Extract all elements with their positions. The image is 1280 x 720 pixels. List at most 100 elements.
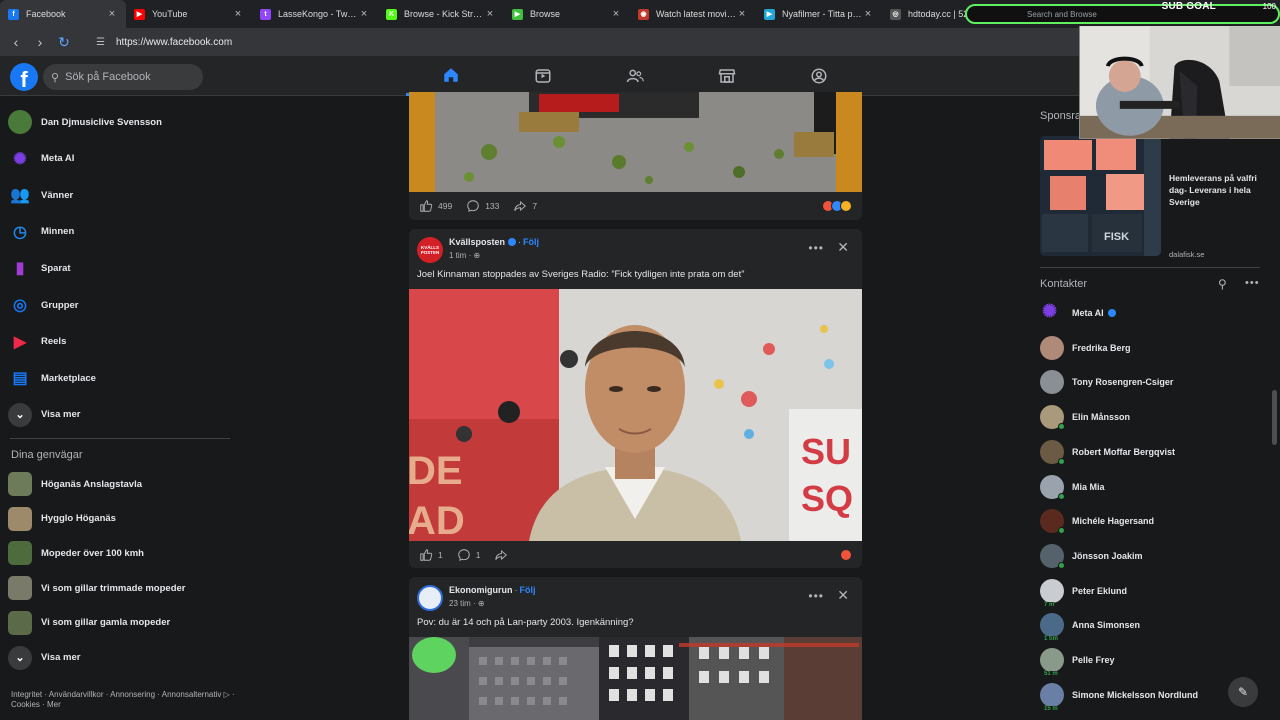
shortcut-item[interactable]: Vi som gillar gamla mopeder xyxy=(8,607,170,639)
contacts-more-icon[interactable]: ••• xyxy=(1245,277,1260,289)
like-button[interactable]: 499 xyxy=(419,199,452,213)
reaction-summary[interactable] xyxy=(822,200,852,212)
nav-video[interactable] xyxy=(498,56,588,96)
contact-item[interactable]: 1 tim Anna Simonsen xyxy=(1040,611,1260,643)
shortcut-item[interactable]: Mopeder över 100 kmh xyxy=(8,537,144,569)
gaming-icon xyxy=(811,68,827,84)
tab-close-icon[interactable]: × xyxy=(232,8,244,20)
shortcut-item[interactable]: Vi som gillar trimmade mopeder xyxy=(8,572,185,604)
sidebar-item[interactable]: ▤ Marketplace xyxy=(8,362,95,394)
contact-item[interactable]: 7 m Peter Eklund xyxy=(1040,577,1260,608)
contacts-search-icon[interactable]: ⚲ xyxy=(1218,277,1227,291)
more-options-icon[interactable]: ••• xyxy=(808,589,824,603)
page-avatar-kvallsposten[interactable]: KVÄLLS POSTEN xyxy=(417,237,443,263)
tab-favicon-icon: ▶ xyxy=(764,8,775,20)
contact-item[interactable]: Mia Mia xyxy=(1040,473,1260,501)
contact-item[interactable]: Michéle Hagersand xyxy=(1040,507,1260,535)
post-time[interactable]: 1 tim · ⊕ xyxy=(449,251,480,260)
post-time[interactable]: 23 tim · ⊕ xyxy=(449,599,485,608)
shortcut-item[interactable]: ⌄ Visa mer xyxy=(8,642,80,674)
post-author[interactable]: Ekonomigurun xyxy=(449,585,513,595)
tab-close-icon[interactable]: × xyxy=(862,8,874,20)
sidebar-item-label: Reels xyxy=(41,336,67,348)
contact-item[interactable]: 51 m Pelle Frey xyxy=(1040,646,1260,677)
browser-tab[interactable]: ▶ YouTube × xyxy=(126,0,252,28)
browser-tab[interactable]: ◉ Watch latest movies and× xyxy=(630,0,756,28)
chevron-down-icon: ⌄ xyxy=(8,402,32,427)
svg-text:DE: DE xyxy=(409,449,463,493)
nav-gaming[interactable] xyxy=(774,56,864,96)
browser-tab[interactable]: t LasseKongo - Twitch × xyxy=(252,0,378,28)
separator-dot: · xyxy=(514,585,518,595)
more-options-icon[interactable]: ••• xyxy=(808,241,824,255)
hide-post-close-icon[interactable]: ✕ xyxy=(837,587,849,604)
browser-tab[interactable]: ▶ Browse × xyxy=(504,0,630,28)
contact-item[interactable]: Robert Moffar Bergqvist xyxy=(1040,438,1260,466)
tab-close-icon[interactable]: × xyxy=(106,8,118,20)
right-scrollbar-thumb[interactable] xyxy=(1272,390,1277,445)
ad-domain: dalafisk.se xyxy=(1169,250,1205,259)
nav-friends[interactable] xyxy=(590,56,680,96)
group-thumbnail xyxy=(8,472,32,496)
sponsored-ad[interactable]: FISK Hemleverans på valfri dag- Leverans… xyxy=(1040,136,1270,259)
contact-avatar xyxy=(1040,370,1064,395)
sidebar-item[interactable]: ▶ Reels xyxy=(8,326,67,358)
ad-image-text: FISK xyxy=(1104,231,1129,243)
site-info-icon[interactable]: ☰ xyxy=(96,37,116,48)
new-message-button[interactable]: ✎ xyxy=(1228,677,1258,707)
comment-button[interactable]: 1 xyxy=(457,548,480,562)
sidebar-item[interactable]: 👥 Vänner xyxy=(8,179,73,211)
tab-close-icon[interactable]: × xyxy=(736,8,748,20)
contact-avatar: ✺ xyxy=(1040,301,1064,325)
follow-button[interactable]: Följ xyxy=(520,585,536,595)
sidebar-item[interactable]: ✺ Meta AI xyxy=(8,143,74,175)
sidebar-footer-links[interactable]: Integritet · Användarvillkor · Annonseri… xyxy=(11,690,236,710)
contact-item[interactable]: Jönsson Joakim xyxy=(1040,542,1260,570)
share-button[interactable] xyxy=(494,548,513,562)
forward-button[interactable]: › xyxy=(28,30,52,54)
tab-close-icon[interactable]: × xyxy=(484,8,496,20)
back-button[interactable]: ‹ xyxy=(4,30,28,54)
tab-title: Facebook xyxy=(26,9,66,19)
tab-favicon-icon: K xyxy=(386,8,397,20)
contact-item[interactable]: Elin Månsson xyxy=(1040,403,1260,431)
nav-home[interactable] xyxy=(406,56,496,96)
shortcut-item[interactable]: Hygglo Höganäs xyxy=(8,503,116,535)
sidebar-item[interactable]: Dan Djmusiclive Svensson xyxy=(8,106,162,138)
sidebar-item[interactable]: ▮ Sparat xyxy=(8,252,71,284)
tab-search-box[interactable]: Search and Browse xyxy=(965,4,1280,24)
browser-tab[interactable]: ▶ Nyafilmer - Titta på HD× xyxy=(756,0,882,28)
sidebar-item[interactable]: ⌄ Visa mer xyxy=(8,399,80,431)
contact-item[interactable]: 15 m Simone Mickelsson Nordlund xyxy=(1040,681,1260,712)
contact-item[interactable]: Tony Rosengren-Csiger xyxy=(1040,368,1260,396)
reaction-summary[interactable] xyxy=(840,549,852,561)
shortcut-item[interactable]: Höganäs Anslagstavla xyxy=(8,468,142,500)
share-button[interactable]: 7 xyxy=(513,199,537,213)
news-feed: 499 133 7 KVÄLLS POSTEN Kvällsposten · F… xyxy=(409,92,862,720)
page-avatar-ekonomigurun[interactable] xyxy=(417,585,443,611)
browser-tab[interactable]: f Facebook × xyxy=(0,0,126,28)
reload-button[interactable]: ↻ xyxy=(52,30,76,54)
memories-icon: ◷ xyxy=(13,223,27,241)
post-image-portrait: DE AD SU SQ xyxy=(409,289,862,541)
hide-post-close-icon[interactable]: ✕ xyxy=(837,239,849,256)
contact-avatar: 51 m xyxy=(1040,648,1064,677)
follow-button[interactable]: Följ xyxy=(523,237,539,247)
post-author[interactable]: Kvällsposten xyxy=(449,237,505,247)
contact-item[interactable]: ✺ Meta AI xyxy=(1040,299,1260,327)
facebook-logo[interactable]: f xyxy=(10,63,38,91)
facebook-search-input[interactable]: ⚲ Sök på Facebook xyxy=(43,64,203,90)
like-button[interactable]: 1 xyxy=(419,548,443,562)
url-field[interactable]: ☰ https://www.facebook.com xyxy=(96,32,1081,52)
contact-item[interactable]: Fredrika Berg xyxy=(1040,334,1260,362)
sidebar-item[interactable]: ◷ Minnen xyxy=(8,216,74,248)
comment-button[interactable]: 133 xyxy=(466,199,499,213)
tab-close-icon[interactable]: × xyxy=(610,8,622,20)
ad-title[interactable]: Hemleverans på valfri dag- Leverans i he… xyxy=(1169,172,1269,208)
browser-tab[interactable]: K Browse - Kick Streaming× xyxy=(378,0,504,28)
nav-marketplace[interactable] xyxy=(682,56,772,96)
contact-name: Michéle Hagersand xyxy=(1072,516,1155,527)
sidebar-item[interactable]: ◎ Grupper xyxy=(8,289,78,321)
chevron-down-icon: ⌄ xyxy=(8,645,32,670)
tab-close-icon[interactable]: × xyxy=(358,8,370,20)
